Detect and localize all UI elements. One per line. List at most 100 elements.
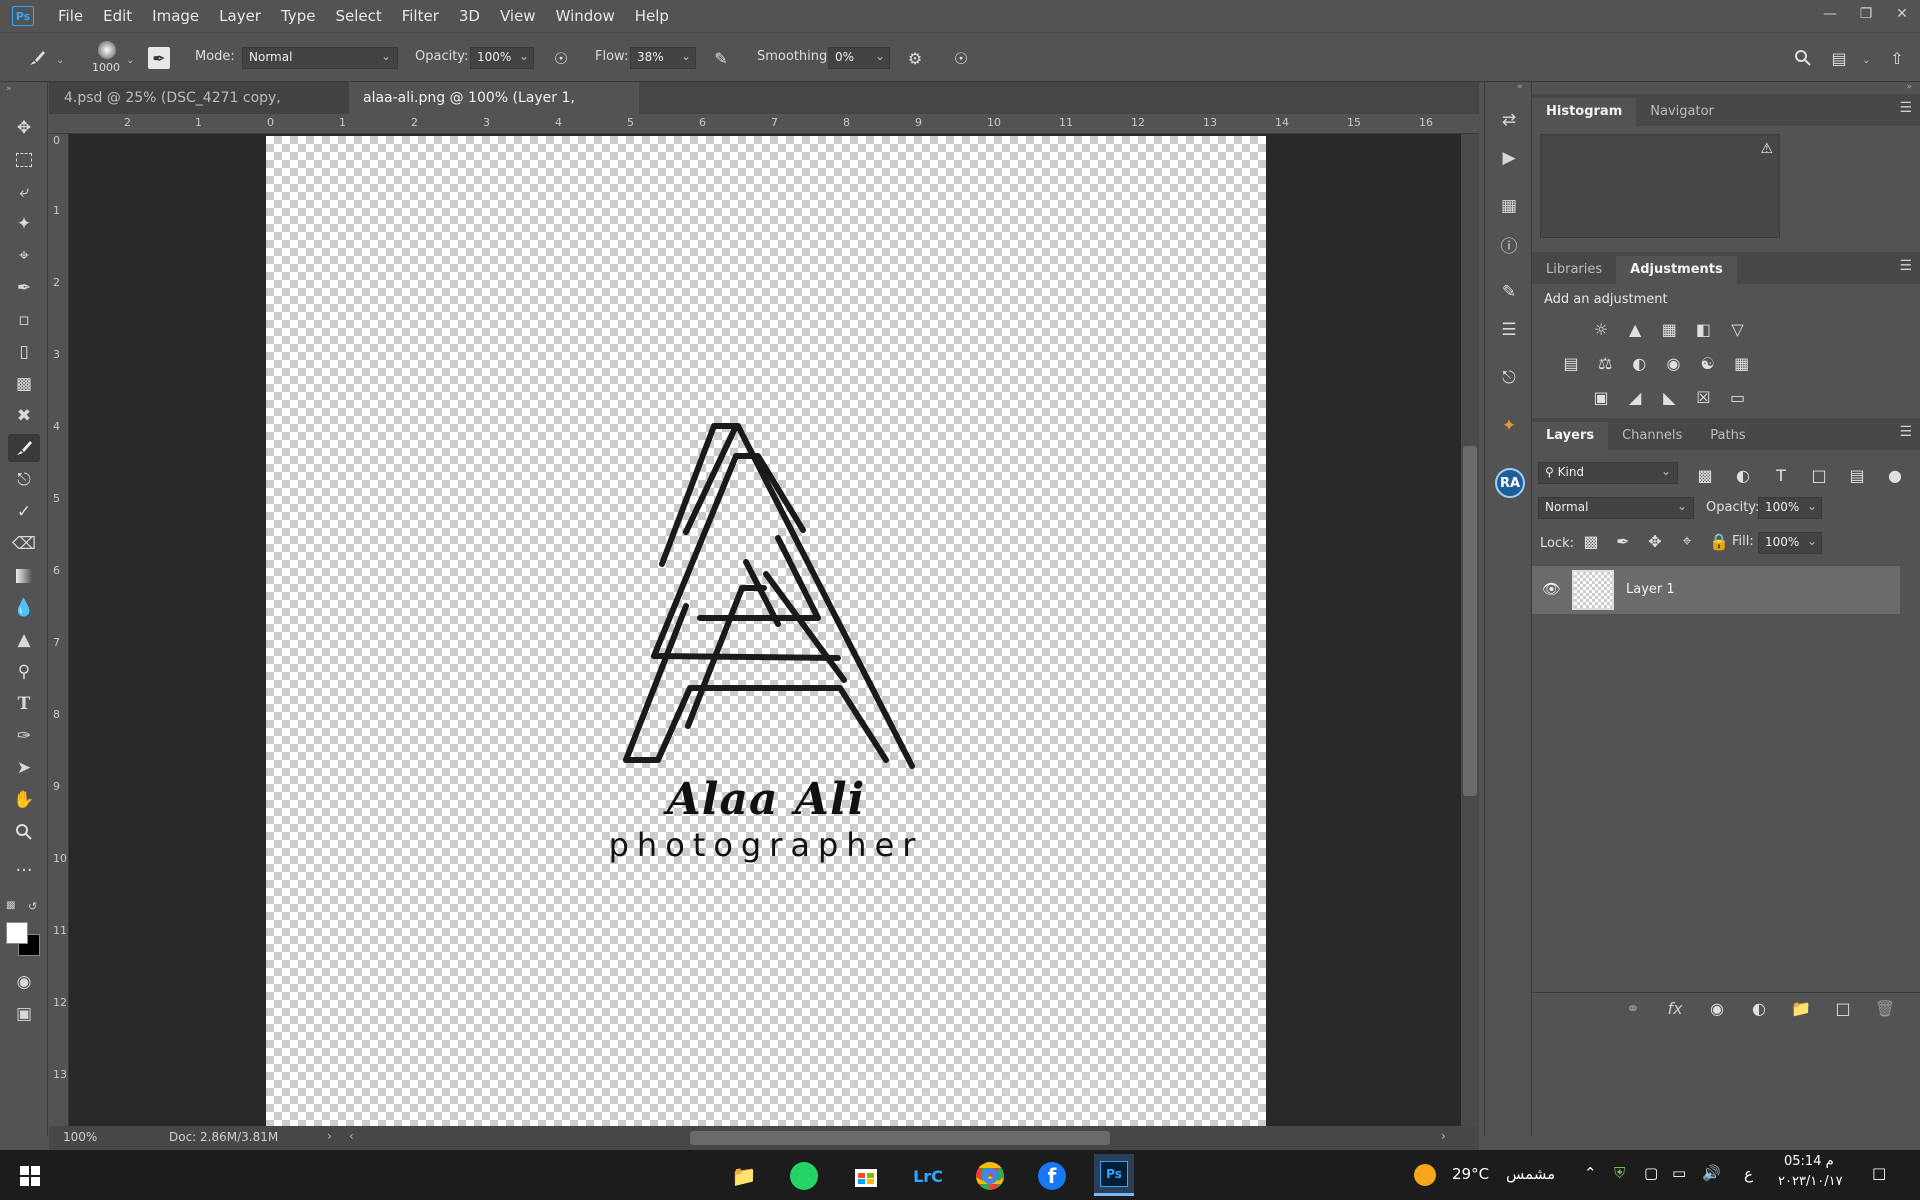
share-icon[interactable]: ⇧ [1884,45,1910,71]
plugin-icon[interactable]: ✦ [1493,412,1525,440]
clone-source-icon[interactable]: ⎋ [1493,364,1525,392]
document-canvas[interactable]: Alaa Ali photographer [266,136,1266,1126]
tab-alaa-ali[interactable]: alaa-ali.png @ 100% (Layer 1, RGB/8)✕ [349,82,639,138]
chrome-icon[interactable] [970,1158,1010,1194]
eye-visibility-icon[interactable]: 👁 [1542,580,1561,598]
new-group-icon[interactable]: 📁 [1790,998,1812,1020]
pressure-size-icon[interactable]: ☉ [948,45,974,71]
curves-icon[interactable]: ▦ [1658,318,1680,340]
close-window-button[interactable]: ✕ [1884,0,1920,28]
more-tools-icon[interactable]: … [8,852,40,880]
pixel-filter-icon[interactable]: ▩ [1694,464,1716,486]
weather-desc[interactable]: مشمس [1506,1165,1555,1183]
whatsapp-icon[interactable] [784,1158,824,1194]
blur-tool-icon[interactable]: 💧 [8,594,40,622]
ra-plugin-badge[interactable]: RA [1495,468,1525,498]
tab-paths[interactable]: Paths [1696,422,1759,450]
layer-row[interactable]: 👁 Layer 1 [1532,566,1900,614]
mode-select[interactable]: Normal ⌄ [242,47,398,69]
smart-object-filter-icon[interactable]: ▤ [1846,464,1868,486]
layer-mask-icon[interactable]: ◉ [1706,998,1728,1020]
3d-icon[interactable]: ▦ [1493,192,1525,220]
photo-filter-icon[interactable]: ◉ [1662,352,1684,374]
fx-icon[interactable]: fx [1664,998,1686,1020]
chevron-down-icon[interactable]: ⌄ [56,55,64,66]
language-indicator[interactable]: ع [1744,1165,1753,1183]
lock-all-icon[interactable]: 🔒 [1708,530,1730,552]
new-adjustment-layer-icon[interactable]: ◐ [1748,998,1770,1020]
brush-tool-icon[interactable] [8,434,40,462]
chevron-right-icon[interactable]: › [1441,1129,1446,1143]
lock-artboard-icon[interactable]: ⌖ [1676,530,1698,552]
dodge-tool-icon[interactable]: ⚲ [8,658,40,686]
clone-stamp-icon[interactable]: ⎋ [8,466,40,494]
gear-icon[interactable]: ⚙ [902,45,928,71]
layer-kind-filter[interactable]: ⚲ Kind ⌄ [1538,462,1678,484]
threshold-icon[interactable]: ◣ [1658,386,1680,408]
content-aware-move-icon[interactable]: ✖ [8,402,40,430]
lock-transparent-icon[interactable]: ▩ [1580,530,1602,552]
windows-start-icon[interactable] [10,1158,50,1194]
restore-button[interactable]: ❐ [1848,0,1884,28]
lock-image-icon[interactable]: ✒ [1612,530,1634,552]
pen-tool-icon[interactable]: ✑ [8,722,40,750]
display-icon[interactable]: ▭ [1672,1164,1686,1182]
menu-edit[interactable]: Edit [93,0,142,32]
panel-menu-icon[interactable]: ☰ [1899,258,1912,274]
tab-adjustments[interactable]: Adjustments [1616,256,1737,284]
pressure-opacity-icon[interactable]: ☉ [548,45,574,71]
marquee-tool-icon[interactable] [8,146,40,174]
type-filter-icon[interactable]: T [1770,464,1792,486]
zoom-level[interactable]: 100% [63,1130,97,1144]
properties-icon[interactable]: ☰ [1493,316,1525,344]
quick-selection-icon[interactable]: ✦ [8,210,40,238]
info-icon[interactable]: ⓘ [1493,230,1525,258]
tab-4psd[interactable]: 4.psd @ 25% (DSC_4271 copy, RGB/16)✕ [49,82,349,138]
gradient-map-icon[interactable]: ▭ [1727,386,1749,408]
vertical-ruler[interactable]: 0 1 2 3 4 5 6 7 8 9 10 11 12 13 [49,134,69,1126]
chevron-down-icon[interactable]: ⌄ [126,55,134,66]
brightness-icon[interactable]: ☼ [1590,318,1612,340]
invert-icon[interactable]: ▣ [1590,386,1612,408]
brush-panel-toggle-icon[interactable]: ✒ [148,47,170,69]
history-icon[interactable]: ⇄ [1493,106,1525,134]
adjustment-filter-icon[interactable]: ◐ [1732,464,1754,486]
facebook-icon[interactable]: f [1032,1158,1072,1194]
menu-layer[interactable]: Layer [209,0,271,32]
move-tool-icon[interactable]: ✥ [8,114,40,142]
menu-file[interactable]: File [48,0,93,32]
color-lookup-icon[interactable]: ▦ [1731,352,1753,374]
layer-name[interactable]: Layer 1 [1626,582,1675,597]
brush-preset-icon[interactable] [24,45,50,71]
show-hidden-icons[interactable]: ⌃ [1584,1164,1597,1182]
swap-colors-icon[interactable]: ↺ [28,900,37,913]
link-layers-icon[interactable]: ⚭ [1622,998,1644,1020]
gradient-tool-icon[interactable] [8,562,40,590]
store-icon[interactable] [846,1158,886,1194]
tab-layers[interactable]: Layers [1532,422,1609,450]
lightroom-icon[interactable]: LrC [908,1158,948,1194]
vibrance-icon[interactable]: ▽ [1727,318,1749,340]
menu-image[interactable]: Image [142,0,209,32]
lasso-tool-icon[interactable]: ⤶ [8,178,40,206]
posterize-icon[interactable]: ◢ [1624,386,1646,408]
foreground-color-swatch[interactable] [6,922,28,944]
quick-mask-icon[interactable]: ◉ [8,968,40,996]
channel-mixer-icon[interactable]: ☯ [1697,352,1719,374]
file-explorer-icon[interactable]: 📁 [724,1158,764,1194]
layer-opacity-field[interactable]: 100% ⌄ [1758,497,1822,519]
ruler-tool-icon[interactable]: ▯ [8,338,40,366]
actions-play-icon[interactable]: ▶ [1493,144,1525,172]
layer-thumbnail[interactable] [1572,570,1614,610]
flow-field[interactable]: 38% ⌄ [630,47,696,69]
default-colors-icon[interactable]: ▩ [6,900,15,911]
filter-toggle-icon[interactable]: ● [1884,464,1906,486]
menu-3d[interactable]: 3D [449,0,490,32]
volume-icon[interactable]: 🔊 [1702,1164,1721,1182]
menu-type[interactable]: Type [271,0,325,32]
menu-window[interactable]: Window [546,0,625,32]
clock-date[interactable]: ٢٠٢٣/١٠/١٧ [1778,1174,1843,1189]
collapse-icon[interactable]: » [6,84,12,94]
weather-sun-icon[interactable] [1414,1164,1436,1186]
workspace-icon[interactable]: ▤ [1826,45,1852,71]
